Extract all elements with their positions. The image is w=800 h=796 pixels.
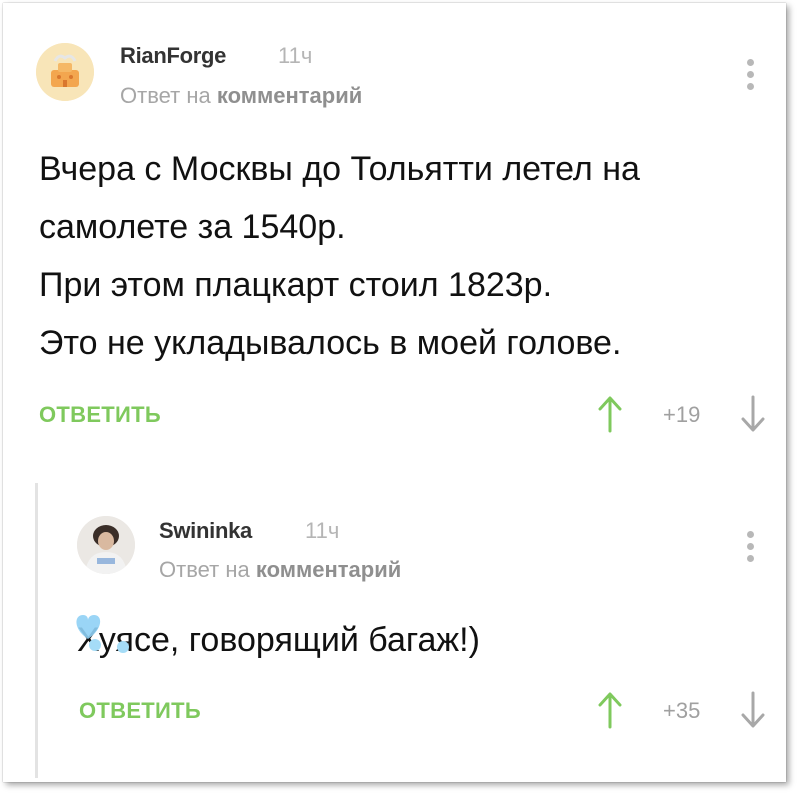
reply-to-note: Ответ на комментарий [120,83,362,109]
reply-to-note: Ответ на комментарий [159,557,401,583]
timestamp: 11ч [278,43,313,68]
comment-line: самолете за 1540р. [39,208,346,246]
reply-to-prefix: Ответ на [120,83,211,108]
avatar-image-icon [77,516,135,574]
comment-line: При этом плацкарт стоил 1823р. [39,266,553,304]
avatar[interactable] [77,516,135,574]
username[interactable]: RianForge [120,43,226,69]
thread-indent-line [35,483,38,778]
username[interactable]: Swininka [159,518,252,544]
comment-line: Это не укладывалось в моей голове. [39,324,622,362]
arrow-up-icon[interactable] [598,395,622,438]
reply-to-prefix: Ответ на [159,557,250,582]
rating-count: +19 [663,402,701,427]
reply-to-link[interactable]: комментарий [217,83,362,108]
comment-text: Вчера с Москвы до Тольятти летел на само… [39,140,640,372]
reply-to-link[interactable]: комментарий [256,557,401,582]
reply-button[interactable]: ОТВЕТИТЬ [39,402,161,428]
avatar-image-icon [36,43,94,101]
more-vertical-icon[interactable] [747,59,755,95]
comment-thread: RianForge 11ч Ответ на комментарий Вчера… [3,3,786,782]
reply-button[interactable]: ОТВЕТИТЬ [79,698,201,724]
avatar[interactable] [36,43,94,101]
comment-line: Хуясе, говорящий багаж!) [77,621,480,659]
arrow-down-icon[interactable] [741,691,765,734]
arrow-down-icon[interactable] [741,395,765,438]
heart-icon [71,609,137,660]
comment-line: Вчера с Москвы до Тольятти летел на [39,150,640,188]
arrow-up-icon[interactable] [598,691,622,734]
more-vertical-icon[interactable] [747,531,755,567]
rating-count: +35 [663,698,701,723]
comment-text: Хуясе, говорящий багаж!) [77,611,480,669]
timestamp: 11ч [305,518,340,543]
